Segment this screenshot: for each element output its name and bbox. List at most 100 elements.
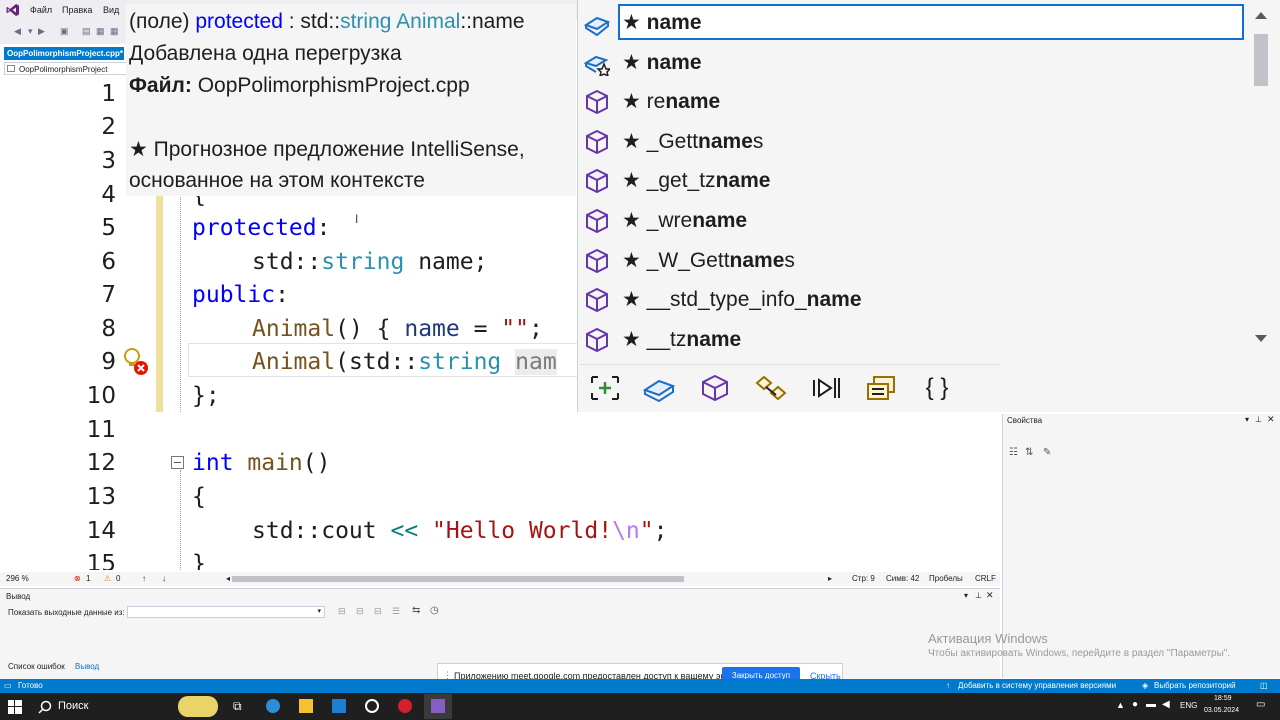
visual-studio-taskbar-active[interactable] <box>424 694 452 719</box>
warning-count[interactable]: 0 <box>116 574 120 583</box>
tab-error-list[interactable]: Список ошибок <box>8 662 65 671</box>
completion-item[interactable]: ★ __std_type_info_name <box>578 281 1248 317</box>
visual-studio-logo-icon[interactable] <box>6 3 20 17</box>
windows-start-icon[interactable] <box>8 700 22 714</box>
find-message-icon[interactable]: ⊟ <box>338 606 346 617</box>
output-source-select[interactable]: ▾ <box>127 606 325 618</box>
clear-all-icon[interactable]: ☰ <box>392 606 400 617</box>
select-repository[interactable]: Выбрать репозиторий <box>1154 681 1236 690</box>
next-issue-icon[interactable]: ↓ <box>162 574 166 583</box>
network-icon[interactable]: ▬ <box>1146 699 1156 710</box>
new-project-icon[interactable]: ▣ <box>60 26 69 37</box>
taskbar-search-label[interactable]: Поиск <box>58 700 88 712</box>
lightbulb-error-icon[interactable] <box>120 346 152 378</box>
timestamp-icon[interactable]: ◷ <box>430 605 439 616</box>
scroll-right-icon[interactable]: ▸ <box>828 574 832 583</box>
completion-item[interactable]: ★ name <box>578 4 1248 40</box>
save-all-icon[interactable]: ▦ <box>110 26 119 37</box>
pin-icon[interactable]: ⊥ <box>975 591 982 600</box>
menu-view[interactable]: Вид <box>103 5 119 15</box>
collapse-toggle-icon[interactable] <box>171 456 184 469</box>
previous-issue-icon[interactable]: ↑ <box>142 574 146 583</box>
tooltip-overload-note: Добавлена одна перегрузка <box>129 42 402 65</box>
completion-item[interactable]: ★ rename <box>578 83 1248 119</box>
toolbar: ◀ ▾ ▶ ▣ ▤ ▦ ▦ <box>0 20 130 44</box>
language-indicator[interactable]: ENG <box>1180 701 1197 710</box>
line-endings[interactable]: CRLF <box>975 574 996 583</box>
code-token: } <box>192 551 206 570</box>
go-to-previous-icon[interactable]: ⊟ <box>356 606 364 617</box>
property-pages-icon[interactable]: ✎ <box>1043 447 1051 458</box>
task-view-icon[interactable]: ⧉ <box>233 699 242 714</box>
code-token: "" <box>501 316 529 342</box>
signature-token: (поле) <box>129 10 196 33</box>
completion-item[interactable]: ★ _W_Gettnames <box>578 242 1248 278</box>
error-count[interactable]: 1 <box>86 574 90 583</box>
file-explorer-icon[interactable] <box>299 699 313 713</box>
go-to-next-icon[interactable]: ⊟ <box>374 606 382 617</box>
panel-menu-icon[interactable]: ▾ <box>1245 415 1249 424</box>
completion-item[interactable]: ★ name <box>578 44 1248 80</box>
completion-item[interactable]: ★ _get_tzname <box>578 162 1248 198</box>
word-wrap-icon[interactable]: ⇆ <box>412 605 420 616</box>
horizontal-scroll-thumb[interactable] <box>232 576 684 582</box>
completion-item[interactable]: ★ __tzname <box>578 321 1248 357</box>
tab-output[interactable]: Вывод <box>75 662 99 671</box>
search-icon[interactable] <box>38 700 52 714</box>
indent-mode[interactable]: Пробелы <box>929 574 963 583</box>
close-icon[interactable]: ✕ <box>1267 414 1275 425</box>
yandex-browser-icon[interactable] <box>398 699 412 713</box>
alphabetical-icon[interactable]: ⇅ <box>1025 447 1033 458</box>
namespace-filter-icon[interactable] <box>754 373 788 403</box>
completion-item[interactable]: ★ _wrename <box>578 202 1248 238</box>
close-icon[interactable]: ✕ <box>986 590 994 601</box>
zoom-level[interactable]: 296 % <box>6 574 29 583</box>
keyword-filter-icon[interactable] <box>810 373 844 403</box>
volume-icon[interactable]: ◀ <box>1162 699 1170 710</box>
notification-center-icon[interactable]: ▭ <box>1256 699 1265 710</box>
edge-icon[interactable] <box>266 699 280 713</box>
open-icon[interactable]: ▤ <box>82 26 91 37</box>
star-prefix: ★ <box>622 288 647 312</box>
scroll-thumb[interactable] <box>1254 34 1268 86</box>
line-number: 4 <box>101 182 116 208</box>
clock-time[interactable]: 18:59 <box>1214 695 1232 702</box>
completion-item-label: ★ _W_Gettnames <box>622 248 795 273</box>
expand-scope-icon[interactable] <box>588 373 622 403</box>
signature-token: : std:: <box>282 10 341 33</box>
tray-chevron-icon[interactable]: ▲ <box>1116 700 1125 710</box>
tab-document[interactable]: OopPolimorphismProject.cpp* <box>4 47 124 60</box>
navigation-bar-label: OopPolimorphismProject <box>19 65 108 74</box>
pin-icon[interactable]: ⊥ <box>1255 415 1262 424</box>
method-filter-icon[interactable] <box>698 373 732 403</box>
save-icon[interactable]: ▦ <box>96 26 105 37</box>
add-to-source-control[interactable]: Добавить в систему управления версиями <box>958 681 1116 690</box>
dropdown-arrow-icon[interactable]: ▾ <box>28 26 33 37</box>
menu-edit[interactable]: Правка <box>62 5 92 15</box>
navigation-bar-project[interactable]: OopPolimorphismProject <box>4 62 128 75</box>
notifications-icon[interactable]: ◫ <box>1260 681 1268 690</box>
completion-list[interactable]: ★ name ★ name ★ rename ★ _Gettnames ★ _get_t… <box>577 0 1280 412</box>
store-icon[interactable] <box>332 699 346 713</box>
panel-menu-icon[interactable]: ▾ <box>964 591 968 600</box>
label-pre: __tz <box>646 327 687 351</box>
completion-scrollbar[interactable] <box>1252 4 1270 344</box>
back-icon[interactable]: ◀ <box>14 26 21 37</box>
microphone-icon[interactable]: ● <box>1132 699 1138 710</box>
clock-date[interactable]: 03.05.2024 <box>1204 707 1239 714</box>
scroll-left-icon[interactable]: ◂ <box>226 574 230 583</box>
forward-icon[interactable]: ▶ <box>38 26 45 37</box>
label-post: s <box>752 129 764 153</box>
completion-item-label: ★ _Gettnames <box>622 129 763 154</box>
scroll-up-icon[interactable] <box>1254 10 1268 20</box>
braces-filter-icon[interactable]: { } <box>920 373 954 403</box>
chrome-icon[interactable] <box>365 699 379 713</box>
categorized-icon[interactable]: ☷ <box>1009 447 1018 458</box>
completion-item-label: ★ rename <box>622 89 720 114</box>
completion-item[interactable]: ★ _Gettnames <box>578 123 1248 159</box>
menu-file[interactable]: Файл <box>30 5 52 15</box>
code-token: (std:: <box>335 349 419 375</box>
scroll-down-icon[interactable] <box>1254 334 1268 344</box>
field-filter-icon[interactable] <box>642 373 676 403</box>
snippet-filter-icon[interactable] <box>864 373 898 403</box>
